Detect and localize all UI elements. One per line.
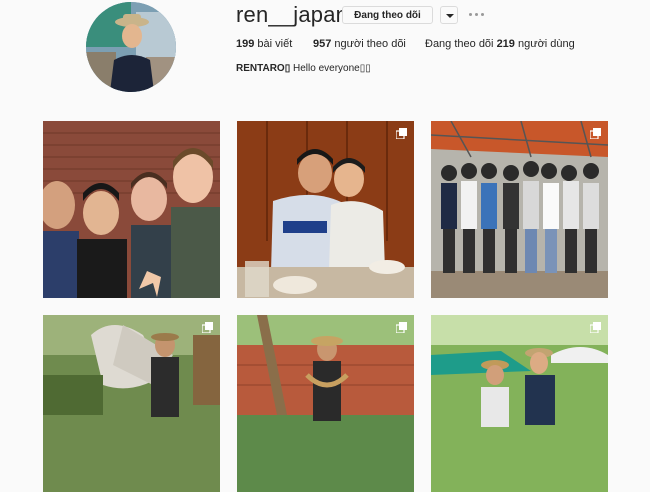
suggestions-dropdown-button[interactable] <box>440 6 458 24</box>
following-button[interactable]: Đang theo dõi <box>342 6 433 24</box>
posts-stat: 199 bài viết <box>236 38 292 50</box>
carousel-icon <box>202 322 213 333</box>
post-thumbnail[interactable] <box>431 315 608 492</box>
posts-label: bài viết <box>257 38 293 50</box>
following-stat[interactable]: Đang theo dõi 219 người dùng <box>425 38 575 50</box>
profile-username: ren__japan <box>236 2 349 27</box>
bio-text: Hello everyone▯▯ <box>293 63 371 74</box>
carousel-icon <box>396 128 407 139</box>
following-count: 219 <box>496 38 515 50</box>
post-thumbnail[interactable] <box>43 315 220 492</box>
post-thumbnail[interactable] <box>43 121 220 298</box>
post-thumbnail[interactable] <box>237 121 414 298</box>
carousel-icon <box>590 322 601 333</box>
carousel-icon <box>396 322 407 333</box>
more-options-icon[interactable] <box>468 6 486 24</box>
post-thumbnail[interactable] <box>431 121 608 298</box>
following-prefix: Đang theo dõi <box>425 38 494 50</box>
post-thumbnail[interactable] <box>237 315 414 492</box>
profile-avatar[interactable] <box>86 2 176 92</box>
caret-down-icon <box>446 14 454 18</box>
bio-name: RENTARO▯ <box>236 63 291 74</box>
posts-count: 199 <box>236 38 255 50</box>
profile-bio: RENTARO▯ Hello everyone▯▯ <box>236 63 371 74</box>
carousel-icon <box>590 128 601 139</box>
following-suffix: người dùng <box>517 38 575 50</box>
followers-count: 957 <box>313 38 332 50</box>
followers-label: người theo dõi <box>334 38 406 50</box>
followers-stat[interactable]: 957 người theo dõi <box>313 38 406 50</box>
